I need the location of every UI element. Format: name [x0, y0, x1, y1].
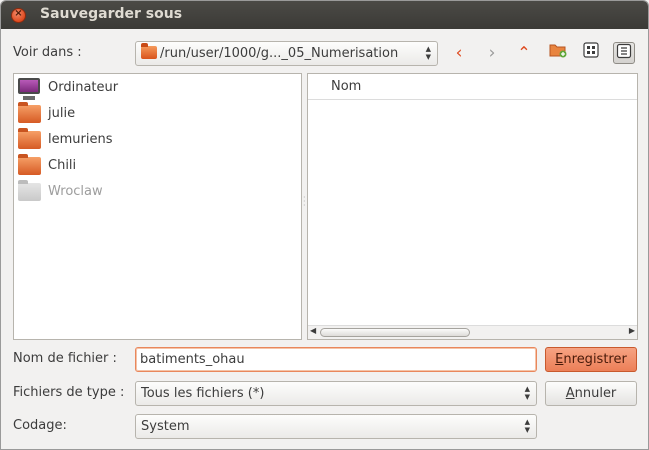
up-icon: ⌃ [517, 43, 531, 62]
encoding-value: System [141, 419, 190, 434]
close-button[interactable]: × [11, 8, 26, 23]
folder-icon [18, 180, 41, 201]
place-label: Wroclaw [48, 184, 103, 199]
list-view-icon [616, 43, 632, 59]
place-item-ordinateur[interactable]: Ordinateur [18, 76, 298, 100]
encoding-label: Codage: [13, 418, 67, 433]
place-item-chili[interactable]: Chili [18, 154, 298, 178]
title-bar: × Sauvegarder sous [1, 1, 648, 29]
place-item-lemuriens[interactable]: lemuriens [18, 128, 298, 152]
icon-view-button[interactable] [580, 42, 602, 64]
filetype-value: Tous les fichiers (*) [141, 386, 265, 401]
filetype-select[interactable]: Tous les fichiers (*) ▲ ▼ [135, 381, 537, 406]
cancel-button[interactable]: Annuler [545, 381, 637, 406]
new-folder-button[interactable] [547, 42, 569, 64]
filename-input[interactable]: batiments_ohau [135, 347, 537, 372]
save-button[interactable]: Enregistrer [545, 347, 637, 372]
place-item-wroclaw[interactable]: Wroclaw [18, 180, 298, 204]
close-icon[interactable]: × [12, 8, 25, 19]
combo-arrows-icon: ▲ ▼ [524, 385, 530, 401]
place-label: lemuriens [48, 132, 113, 147]
cancel-mnemonic: A [565, 386, 575, 401]
back-icon: ‹ [455, 43, 463, 63]
column-header-name[interactable]: Nom [308, 74, 637, 100]
horizontal-scrollbar[interactable]: ◀ ▶ [308, 325, 637, 339]
place-item-julie[interactable]: julie [18, 102, 298, 126]
scrollbar-thumb[interactable] [320, 328, 470, 337]
forward-icon: › [488, 43, 496, 63]
folder-icon [18, 154, 41, 175]
combo-arrows-icon: ▲ ▼ [425, 45, 431, 61]
filetype-label: Fichiers de type : [13, 385, 125, 400]
folder-icon [141, 43, 157, 59]
filename-value: batiments_ohau [140, 352, 245, 367]
location-path: /run/user/1000/g..._05_Numerisation [160, 46, 399, 61]
place-label: Ordinateur [48, 80, 119, 95]
up-button[interactable]: ⌃ [512, 41, 536, 65]
places-panel: Ordinateur julie lemuriens Chili Wroclaw [13, 73, 302, 340]
forward-button[interactable]: › [480, 41, 504, 65]
new-folder-icon [549, 44, 567, 58]
location-combo[interactable]: /run/user/1000/g..._05_Numerisation ▲ ▼ [135, 41, 438, 66]
combo-arrows-icon: ▲ ▼ [524, 418, 530, 434]
place-label: Chili [48, 158, 77, 173]
scroll-right-icon[interactable]: ▶ [629, 326, 635, 335]
cancel-label: nnuler [574, 386, 617, 401]
place-label: julie [48, 106, 76, 121]
save-as-dialog: × Sauvegarder sous Voir dans : /run/user… [0, 0, 649, 450]
pane-splitter-handle[interactable]: · · · [303, 194, 306, 210]
folder-icon [18, 128, 41, 149]
filename-label: Nom de fichier : [13, 351, 117, 366]
scroll-left-icon[interactable]: ◀ [310, 326, 316, 335]
location-label: Voir dans : [13, 45, 82, 60]
computer-icon [18, 78, 40, 100]
encoding-select[interactable]: System ▲ ▼ [135, 414, 537, 439]
list-view-button[interactable] [613, 42, 635, 64]
window-title: Sauvegarder sous [40, 6, 183, 22]
files-panel: Nom ◀ ▶ [307, 73, 638, 340]
folder-icon [18, 102, 41, 123]
save-label: nregistrer [563, 352, 627, 367]
back-button[interactable]: ‹ [447, 41, 471, 65]
icon-view-icon [583, 42, 599, 58]
